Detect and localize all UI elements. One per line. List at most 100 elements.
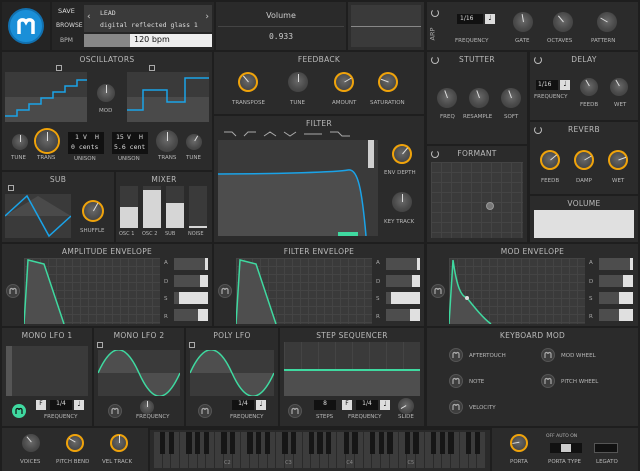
arp-power-icon[interactable] — [431, 9, 439, 17]
black-key[interactable] — [195, 432, 201, 454]
browse-button[interactable]: BROWSE — [56, 22, 83, 29]
arp-note-icon[interactable]: ♩ — [485, 14, 495, 24]
black-key[interactable] — [448, 432, 454, 454]
osc2-tune-knob[interactable] — [186, 134, 202, 150]
osc1-unison-box[interactable]: 1 V H 0 cents — [68, 132, 104, 154]
mono-lfo-2-graph[interactable] — [98, 350, 180, 396]
filter-key-track-knob[interactable] — [392, 192, 412, 212]
osc1-tune-knob[interactable] — [12, 134, 28, 150]
black-key[interactable] — [413, 432, 419, 454]
prev-preset-icon[interactable]: ‹ — [87, 12, 91, 22]
voices-knob[interactable] — [22, 434, 40, 452]
feedback-amount-knob[interactable] — [334, 72, 354, 92]
black-key[interactable] — [474, 432, 480, 454]
mono-lfo-2-frequency-knob[interactable] — [140, 400, 154, 414]
black-key[interactable] — [264, 432, 271, 454]
black-key[interactable] — [282, 432, 288, 454]
step-sequencer-f-button[interactable]: F — [342, 400, 352, 410]
mono-lfo-2-toggle[interactable] — [97, 342, 103, 348]
save-button[interactable]: SAVE — [58, 7, 75, 15]
mixer-slider-osc-1[interactable] — [120, 186, 138, 228]
black-key[interactable] — [203, 432, 210, 454]
filter-response-graph[interactable] — [218, 140, 378, 236]
porta-knob[interactable] — [510, 434, 528, 452]
delay-wet-knob[interactable] — [610, 78, 628, 96]
arp-gate-knob[interactable] — [513, 12, 533, 32]
black-key[interactable] — [221, 432, 227, 454]
arp-division[interactable]: 1/16 — [457, 14, 483, 24]
keyboard[interactable]: C2 C3 C4 C5 — [150, 430, 490, 471]
step-sequencer-note-icon[interactable]: ♩ — [380, 400, 390, 410]
formant-xy-pad[interactable] — [431, 162, 523, 238]
filter-d-slider[interactable] — [386, 275, 420, 287]
black-key[interactable] — [256, 432, 262, 454]
osc1-waveform[interactable] — [5, 72, 87, 122]
bpm-field[interactable]: 120 bpm — [84, 34, 212, 47]
formant-position-dot[interactable] — [486, 202, 494, 210]
feedback-transpose-knob[interactable] — [238, 72, 258, 92]
black-key[interactable] — [247, 432, 253, 454]
black-key[interactable] — [465, 432, 472, 454]
black-key[interactable] — [326, 432, 332, 454]
mono-lfo-1-note-icon[interactable]: ♩ — [74, 400, 84, 410]
step-sequencer-graph[interactable] — [284, 342, 420, 396]
black-key[interactable] — [317, 432, 323, 454]
reverb-feedb-knob[interactable] — [540, 150, 560, 170]
arp-pattern-knob[interactable] — [597, 12, 617, 32]
sub-toggle[interactable] — [8, 185, 14, 191]
mod-s-slider[interactable] — [599, 292, 633, 304]
black-key[interactable] — [369, 432, 376, 454]
osc-mod-knob[interactable] — [97, 84, 115, 102]
reverb-damp-knob[interactable] — [574, 150, 594, 170]
pitch-wheel-mod-icon[interactable] — [541, 374, 555, 388]
sub-shuffle-knob[interactable] — [82, 200, 104, 222]
black-key[interactable] — [430, 432, 437, 454]
pitch-bend-knob[interactable] — [66, 434, 84, 452]
poly-lfo-toggle[interactable] — [189, 342, 195, 348]
black-key[interactable] — [230, 432, 236, 454]
preset-selector[interactable]: ‹ LEAD digital reflected glass 1 › — [84, 5, 212, 32]
filter-r-slider[interactable] — [386, 309, 420, 321]
amp-s-slider[interactable] — [174, 292, 208, 304]
mod-envelope-graph[interactable] — [449, 258, 585, 324]
black-key[interactable] — [387, 432, 393, 454]
black-key[interactable] — [343, 432, 349, 454]
mod-a-slider[interactable] — [599, 258, 633, 270]
reverb-wet-knob[interactable] — [608, 150, 628, 170]
black-key[interactable] — [186, 432, 192, 454]
mono-lfo-1-f-button[interactable]: F — [36, 400, 46, 410]
filter-env-mod-icon[interactable] — [218, 284, 232, 298]
poly-lfo-note-icon[interactable]: ♩ — [256, 400, 266, 410]
volume-slider[interactable] — [534, 210, 634, 238]
osc2-toggle[interactable] — [149, 65, 155, 71]
black-key[interactable] — [291, 432, 297, 454]
mod-wheel-mod-icon[interactable] — [541, 348, 555, 362]
filter-a-slider[interactable] — [386, 258, 420, 270]
mixer-slider-sub[interactable] — [166, 186, 184, 228]
porta-type-switch[interactable] — [550, 443, 582, 453]
note-mod-icon[interactable] — [449, 374, 463, 388]
black-key[interactable] — [378, 432, 384, 454]
feedback-saturation-knob[interactable] — [378, 72, 398, 92]
delay-note-icon[interactable]: ♩ — [560, 80, 570, 90]
mono-lfo-2-mod-icon[interactable] — [108, 404, 122, 418]
sub-waveform[interactable] — [5, 194, 71, 238]
filter-envelope-graph[interactable] — [236, 258, 372, 324]
mixer-slider-osc-2[interactable] — [143, 186, 161, 228]
legato-toggle[interactable] — [594, 443, 618, 453]
step-sequencer-mod-icon[interactable] — [288, 404, 302, 418]
amp-a-slider[interactable] — [174, 258, 208, 270]
amp-envelope-graph[interactable] — [24, 258, 160, 324]
step-sequencer-division[interactable]: 1/4 — [356, 400, 378, 410]
vel-track-knob[interactable] — [110, 434, 128, 452]
black-key[interactable] — [404, 432, 410, 454]
osc2-trans-knob[interactable] — [156, 130, 178, 152]
amp-r-slider[interactable] — [174, 309, 208, 321]
delay-division[interactable]: 1/16 — [536, 80, 558, 90]
amp-env-mod-icon[interactable] — [6, 284, 20, 298]
black-key[interactable] — [308, 432, 314, 454]
mod-env-mod-icon[interactable] — [431, 284, 445, 298]
filter-type-selector[interactable] — [218, 129, 364, 139]
stutter-resample-knob[interactable] — [469, 88, 489, 108]
feedback-tune-knob[interactable] — [288, 72, 308, 92]
